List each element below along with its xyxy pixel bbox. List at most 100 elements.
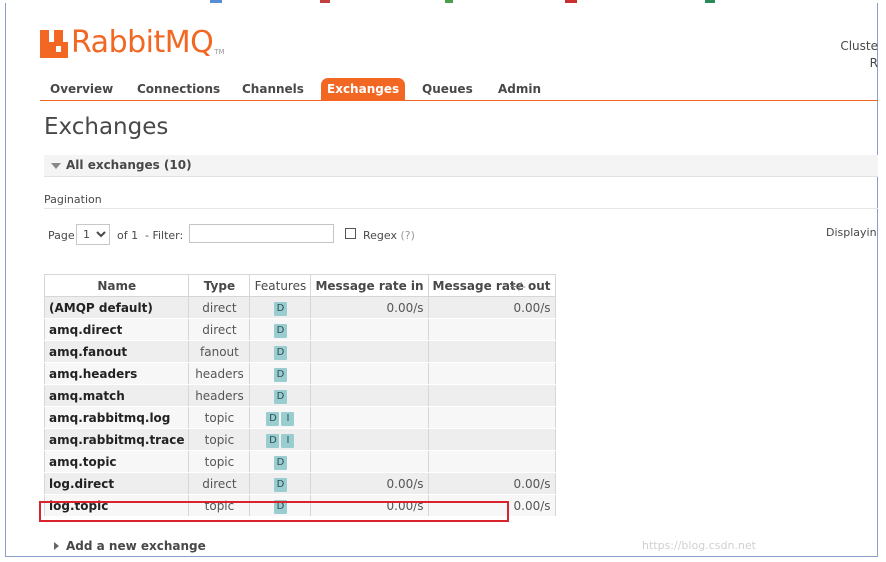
rate-out (427, 428, 556, 451)
exchange-name-link[interactable]: amq.topic (43, 450, 190, 473)
tab-admin[interactable]: Admin (492, 78, 547, 100)
rate-out (427, 450, 556, 473)
add-exchange-section-toggle[interactable]: Add a new exchange (54, 539, 206, 553)
cluster-line2: R (869, 56, 878, 70)
exchange-name-link[interactable]: amq.fanout (43, 340, 190, 363)
exchange-type: topic (188, 406, 251, 429)
durable-badge: D (266, 433, 280, 448)
exchange-features: D (249, 472, 312, 495)
exchange-name-link[interactable]: amq.direct (43, 318, 190, 341)
filter-input[interactable] (189, 224, 334, 243)
exchange-type: direct (188, 296, 251, 319)
exchange-features: DI (249, 428, 312, 451)
section-label: All exchanges (10) (66, 158, 192, 172)
table-row[interactable]: amq.match headers D (43, 384, 556, 407)
exchange-features: D (249, 340, 312, 363)
exchange-type: direct (188, 472, 251, 495)
rate-out: 0.00/s (427, 296, 556, 319)
rate-in (310, 428, 429, 451)
page-title: Exchanges (44, 114, 169, 140)
rabbitmq-logo-icon (40, 30, 68, 58)
durable-badge: D (273, 345, 287, 360)
table-row[interactable]: amq.headers headers D (43, 362, 556, 385)
table-row[interactable]: log.topic topic D 0.00/s 0.00/s (43, 494, 556, 517)
watermark: https://blog.csdn.net (642, 539, 756, 552)
collapse-triangle-icon (51, 163, 61, 169)
cluster-info: Cluste R (840, 38, 878, 72)
rabbitmq-logo[interactable]: RabbitMQ TM (40, 24, 225, 58)
exchange-name-link[interactable]: amq.rabbitmq.trace (43, 428, 190, 451)
column-header-rate-in[interactable]: Message rate in (310, 274, 429, 297)
page-select[interactable]: 1 (76, 224, 110, 245)
exchange-features: D (249, 494, 312, 517)
tab-queues[interactable]: Queues (416, 78, 479, 100)
exchange-name-link[interactable]: amq.rabbitmq.log (43, 406, 190, 429)
exchange-name-link[interactable]: log.topic (43, 494, 190, 517)
exchange-name-link[interactable]: amq.match (43, 384, 190, 407)
column-header-rate-out[interactable]: Message rate out (427, 274, 556, 297)
rate-in: 0.00/s (310, 494, 429, 517)
rate-out (427, 406, 556, 429)
exchange-features: D (249, 384, 312, 407)
internal-badge: I (281, 433, 295, 448)
table-row[interactable]: amq.topic topic D (43, 450, 556, 473)
exchange-type: topic (188, 428, 251, 451)
exchange-features: D (249, 362, 312, 385)
filter-label: - Filter: (145, 229, 184, 242)
exchange-type: topic (188, 450, 251, 473)
durable-badge: D (273, 499, 287, 514)
exchange-name-link[interactable]: log.direct (43, 472, 190, 495)
column-header-type[interactable]: Type (188, 274, 251, 297)
tab-connections[interactable]: Connections (131, 78, 226, 100)
exchange-name-link[interactable]: amq.headers (43, 362, 190, 385)
rate-out (427, 318, 556, 341)
pagination-title: Pagination (44, 193, 102, 206)
regex-checkbox[interactable] (345, 228, 356, 239)
table-header-row: Name Type Features Message rate in Messa… (43, 274, 556, 297)
exchange-features: D (249, 318, 312, 341)
regex-help-link[interactable]: (?) (400, 229, 414, 242)
table-row[interactable]: amq.direct direct D (43, 318, 556, 341)
displaying-count: Displayin (826, 226, 877, 239)
rate-in: 0.00/s (310, 296, 429, 319)
exchange-features: DI (249, 406, 312, 429)
table-row[interactable]: amq.rabbitmq.log topic DI (43, 406, 556, 429)
durable-badge: D (273, 367, 287, 382)
exchange-type: direct (188, 318, 251, 341)
rate-in (310, 340, 429, 363)
durable-badge: D (273, 301, 287, 316)
all-exchanges-section-toggle[interactable]: All exchanges (10) (44, 155, 878, 177)
rate-out (427, 384, 556, 407)
table-row[interactable]: log.direct direct D 0.00/s 0.00/s (43, 472, 556, 495)
page-label: Page (48, 229, 75, 242)
rate-out: 0.00/s (427, 494, 556, 517)
rate-in (310, 384, 429, 407)
tab-exchanges[interactable]: Exchanges (321, 78, 406, 100)
tab-channels[interactable]: Channels (236, 78, 310, 100)
exchanges-table: Name Type Features Message rate in Messa… (43, 274, 556, 517)
tab-overview[interactable]: Overview (44, 78, 119, 100)
exchange-name-link[interactable]: (AMQP default) (43, 296, 190, 319)
expand-triangle-icon (54, 542, 59, 550)
rate-in (310, 406, 429, 429)
exchange-type: headers (188, 384, 251, 407)
column-header-name[interactable]: Name (43, 274, 190, 297)
brand-name: RabbitMQ (71, 25, 214, 60)
trademark: TM (214, 48, 225, 56)
rate-in (310, 362, 429, 385)
exchange-features: D (249, 450, 312, 473)
add-exchange-label: Add a new exchange (66, 539, 206, 553)
table-row[interactable]: amq.rabbitmq.trace topic DI (43, 428, 556, 451)
column-toggle-link[interactable]: +/- (509, 280, 526, 293)
durable-badge: D (273, 477, 287, 492)
table-row[interactable]: amq.fanout fanout D (43, 340, 556, 363)
table-row[interactable]: (AMQP default) direct D 0.00/s 0.00/s (43, 296, 556, 319)
divider (44, 208, 878, 209)
internal-badge: I (281, 411, 295, 426)
column-header-features[interactable]: Features (249, 274, 312, 297)
regex-text: Regex (363, 229, 397, 242)
durable-badge: D (273, 323, 287, 338)
exchange-type: topic (188, 494, 251, 517)
regex-label: Regex (?) (363, 229, 415, 242)
rate-out: 0.00/s (427, 472, 556, 495)
